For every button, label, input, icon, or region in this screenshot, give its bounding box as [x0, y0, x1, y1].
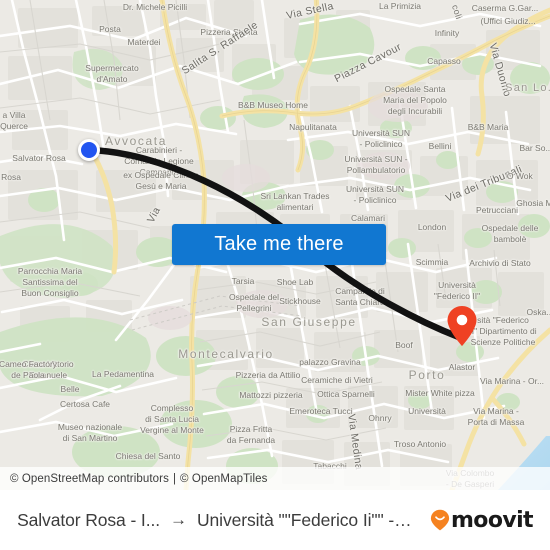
- take-me-there-button[interactable]: Take me there: [172, 224, 386, 265]
- moovit-wordmark: moovit: [450, 507, 534, 533]
- trip-origin-label[interactable]: Salvator Rosa - I...: [17, 510, 160, 531]
- moovit-pin-icon: [430, 509, 450, 531]
- destination-marker[interactable]: [446, 305, 478, 347]
- origin-marker[interactable]: [78, 139, 100, 161]
- attribution-separator: |: [172, 472, 177, 485]
- trip-destination-label[interactable]: Università ""Federico Ii"" - Pless...: [197, 510, 412, 531]
- map-pin-icon: [447, 306, 477, 346]
- trip-summary-bar: Salvator Rosa - I... → Università ""Fede…: [0, 490, 550, 550]
- moovit-logo[interactable]: moovit: [430, 507, 534, 533]
- arrow-right-icon: →: [169, 510, 187, 529]
- attribution-osm[interactable]: © OpenStreetMap contributors: [10, 473, 169, 485]
- moovit-trip-map-screen: Dr. Michele Picilli Via Stella La Primizia…: [0, 0, 550, 550]
- map-viewport[interactable]: Dr. Michele Picilli Via Stella La Primizia…: [0, 0, 550, 490]
- map-attribution: © OpenStreetMap contributors | © OpenMap…: [0, 467, 550, 490]
- attribution-tiles[interactable]: © OpenMapTiles: [180, 473, 267, 485]
